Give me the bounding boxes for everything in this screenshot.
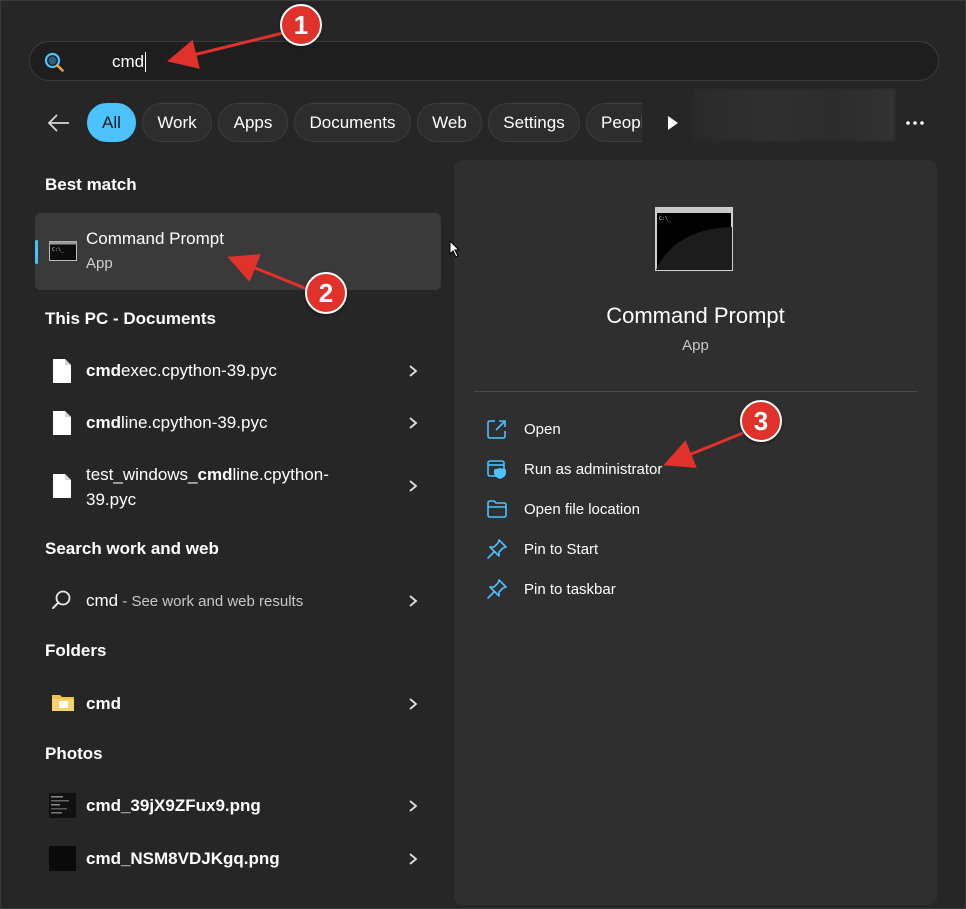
folder-icon	[487, 500, 507, 518]
tab-apps[interactable]: Apps	[218, 103, 288, 142]
file-icon	[53, 474, 71, 498]
image-thumbnail-icon	[49, 846, 76, 871]
chevron-right-icon	[409, 417, 418, 429]
tab-people[interactable]: Peopl	[586, 103, 642, 142]
search-query: cmd	[112, 52, 145, 71]
command-prompt-icon: C:\_	[655, 207, 733, 271]
action-label: Pin to Start	[524, 540, 599, 558]
tab-settings[interactable]: Settings	[488, 103, 580, 142]
web-search-result[interactable]: cmd - See work and web results	[35, 577, 441, 625]
detail-title: Command Prompt	[606, 303, 785, 328]
document-result[interactable]: cmdexec.cpython-39.pyc	[35, 346, 441, 394]
photo-result[interactable]: cmd_39jX9ZFux9.png	[35, 781, 441, 829]
image-thumbnail-icon	[49, 793, 76, 818]
search-box[interactable]: cmd	[29, 41, 939, 81]
search-input[interactable]: cmd	[112, 52, 147, 72]
divider	[474, 391, 917, 392]
folder-icon	[52, 695, 74, 711]
photo-result[interactable]: cmd_NSM8VDJKgq.png	[35, 834, 441, 882]
action-open-file-location[interactable]: Open file location	[486, 496, 906, 522]
best-match-result[interactable]: C:\_ Command Prompt App	[35, 213, 441, 290]
document-result[interactable]: test_windows_cmdline.cpython- 39.pyc	[35, 451, 441, 521]
tab-web[interactable]: Web	[417, 103, 482, 142]
document-name: test_windows_cmdline.cpython- 39.pyc	[86, 465, 329, 509]
section-documents: This PC - Documents	[45, 309, 216, 328]
action-run-as-administrator[interactable]: Run as administrator	[486, 456, 906, 482]
chevron-right-icon	[409, 853, 418, 865]
section-best-match: Best match	[45, 175, 137, 194]
tab-all[interactable]: All	[87, 103, 136, 142]
chevron-right-icon	[409, 365, 418, 377]
svg-text:C:\_: C:\_	[659, 216, 672, 222]
annotation-badge-1: 1	[280, 4, 322, 46]
chevron-right-icon	[409, 480, 418, 492]
best-match-type: App	[86, 255, 113, 272]
scroll-right-icon[interactable]	[665, 113, 681, 133]
selection-indicator	[35, 240, 38, 264]
photo-name: cmd_NSM8VDJKgq.png	[86, 849, 280, 868]
document-name: cmdline.cpython-39.pyc	[86, 413, 268, 432]
open-external-icon	[487, 420, 506, 439]
svg-text:C:\_: C:\_	[52, 247, 65, 253]
annotation-badge-2: 2	[305, 272, 347, 314]
section-photos: Photos	[45, 744, 103, 763]
file-icon	[53, 359, 71, 383]
action-pin-to-start[interactable]: Pin to Start	[486, 536, 906, 562]
pin-icon	[487, 539, 507, 559]
action-open[interactable]: Open	[486, 416, 906, 442]
shield-window-icon	[487, 460, 506, 479]
command-prompt-icon: C:\_	[49, 241, 77, 261]
blurred-account-area	[693, 89, 895, 141]
action-label: Pin to taskbar	[524, 580, 616, 598]
folder-name: cmd	[86, 694, 121, 713]
file-icon	[53, 411, 71, 435]
more-options-icon[interactable]	[903, 111, 927, 135]
photo-name: cmd_39jX9ZFux9.png	[86, 796, 261, 815]
chevron-right-icon	[409, 800, 418, 812]
search-icon	[52, 590, 71, 609]
start-search-window: cmd All Work Apps Documents Web Settings…	[0, 0, 966, 909]
folder-result[interactable]: cmd	[35, 679, 441, 727]
chevron-right-icon	[409, 698, 418, 710]
action-pin-to-taskbar[interactable]: Pin to taskbar	[486, 576, 906, 602]
chevron-right-icon	[409, 595, 418, 607]
mouse-cursor-icon	[449, 240, 461, 258]
action-label: Open file location	[524, 500, 640, 518]
document-result[interactable]: cmdline.cpython-39.pyc	[35, 398, 441, 446]
section-folders: Folders	[45, 641, 107, 660]
action-label: Open	[524, 420, 561, 438]
tab-work[interactable]: Work	[142, 103, 212, 142]
text-caret	[145, 52, 147, 72]
annotation-badge-3: 3	[740, 400, 782, 442]
pin-icon	[487, 579, 507, 599]
detail-panel: C:\_ Command Prompt App Open Run as admi…	[454, 160, 937, 905]
document-name: cmdexec.cpython-39.pyc	[86, 361, 277, 380]
section-web: Search work and web	[45, 539, 219, 558]
web-search-text: cmd - See work and web results	[86, 591, 304, 610]
action-label: Run as administrator	[524, 460, 663, 478]
back-arrow-icon[interactable]	[45, 111, 73, 135]
best-match-name: Command Prompt	[86, 229, 224, 248]
search-icon	[44, 52, 64, 72]
detail-subtitle: App	[682, 337, 709, 354]
tab-documents[interactable]: Documents	[294, 103, 411, 142]
